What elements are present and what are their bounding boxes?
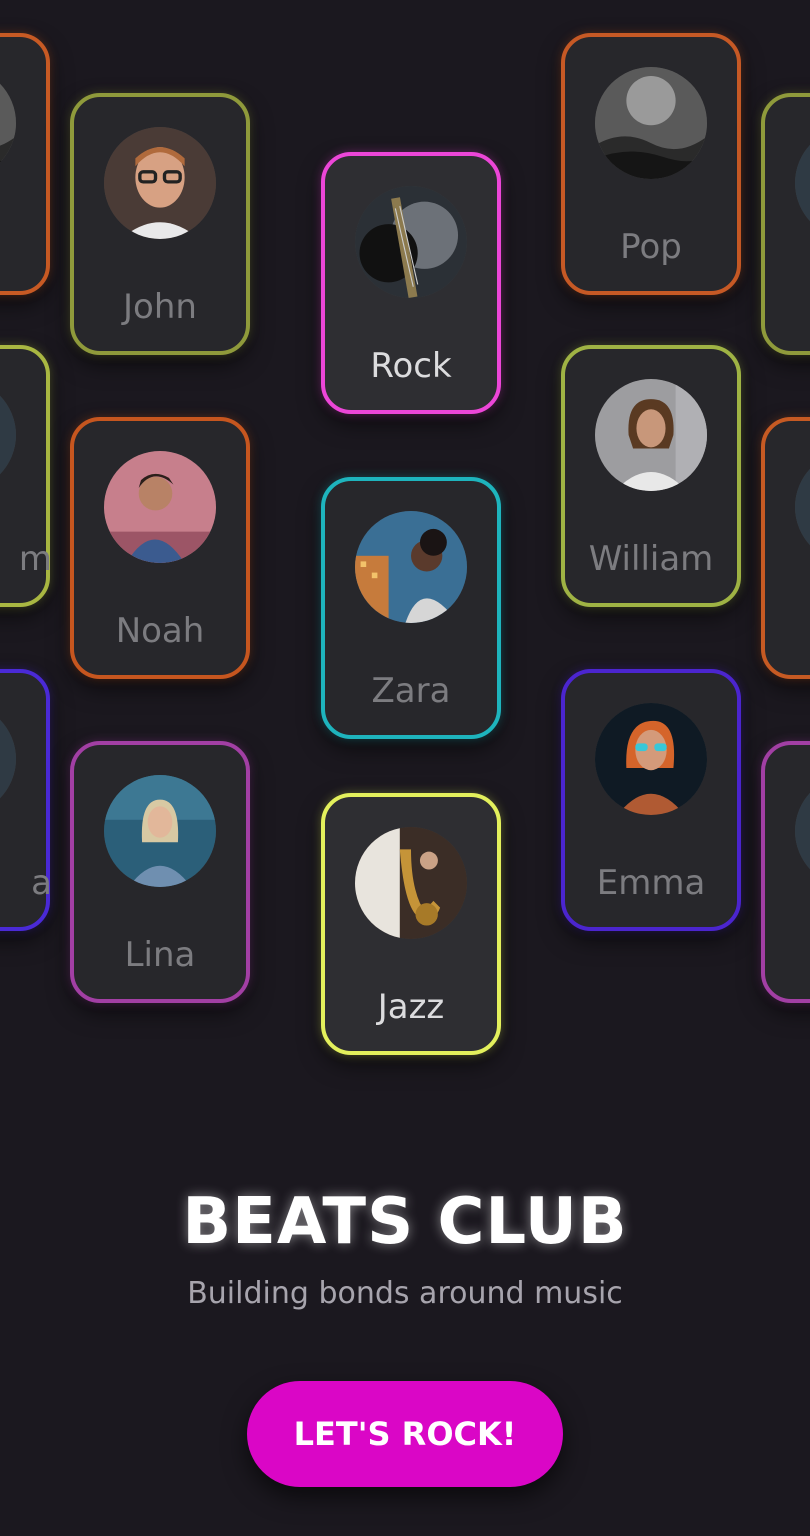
card-label: Emma bbox=[596, 863, 706, 903]
card-label: Pop bbox=[620, 227, 682, 267]
card-label: John bbox=[123, 287, 197, 327]
crowd-bw-icon bbox=[595, 67, 707, 179]
person-icon bbox=[795, 451, 810, 563]
card-label: Jazz bbox=[377, 987, 445, 1027]
crowd-bw-icon bbox=[0, 67, 16, 179]
card-label: Rock bbox=[370, 346, 452, 386]
card-william[interactable]: William bbox=[561, 345, 741, 607]
card-rock[interactable]: Rock bbox=[321, 152, 501, 414]
card-label: Zara bbox=[371, 671, 451, 711]
person-icon bbox=[795, 775, 810, 887]
card-partial-br[interactable] bbox=[761, 741, 810, 1003]
card-noah[interactable]: Noah bbox=[70, 417, 250, 679]
card-emma[interactable]: Emma bbox=[561, 669, 741, 931]
card-label: Lina bbox=[124, 935, 196, 975]
card-john[interactable]: John bbox=[70, 93, 250, 355]
card-zara[interactable]: Zara bbox=[321, 477, 501, 739]
card-lina[interactable]: Lina bbox=[70, 741, 250, 1003]
card-label: William bbox=[588, 539, 714, 579]
guitar-icon bbox=[355, 186, 467, 298]
card-label: a bbox=[31, 863, 52, 903]
card-jazz[interactable]: Jazz bbox=[321, 793, 501, 1055]
card-label: m bbox=[18, 539, 52, 579]
card-partial-ml[interactable]: m bbox=[0, 345, 52, 607]
man-profile-icon bbox=[104, 451, 216, 563]
man-glasses-icon bbox=[104, 127, 216, 239]
man-long-hair-icon bbox=[595, 379, 707, 491]
card-partial-mr[interactable] bbox=[761, 417, 810, 679]
saxophone-icon bbox=[355, 827, 467, 939]
woman-city-icon bbox=[355, 511, 467, 623]
person-icon bbox=[0, 703, 16, 815]
card-partial-bl[interactable]: a bbox=[0, 669, 52, 931]
card-pop[interactable]: Pop bbox=[561, 33, 741, 295]
app-title: BEATS CLUB bbox=[182, 1185, 628, 1259]
card-partial-tr[interactable] bbox=[761, 93, 810, 355]
person-icon bbox=[795, 127, 810, 239]
card-partial-tl[interactable] bbox=[0, 33, 50, 295]
lets-rock-button[interactable]: LET'S ROCK! bbox=[247, 1381, 563, 1487]
tagline: Building bonds around music bbox=[187, 1276, 623, 1311]
card-label: Noah bbox=[115, 611, 205, 651]
woman-neon-icon bbox=[595, 703, 707, 815]
person-icon bbox=[0, 379, 16, 491]
woman-blonde-icon bbox=[104, 775, 216, 887]
